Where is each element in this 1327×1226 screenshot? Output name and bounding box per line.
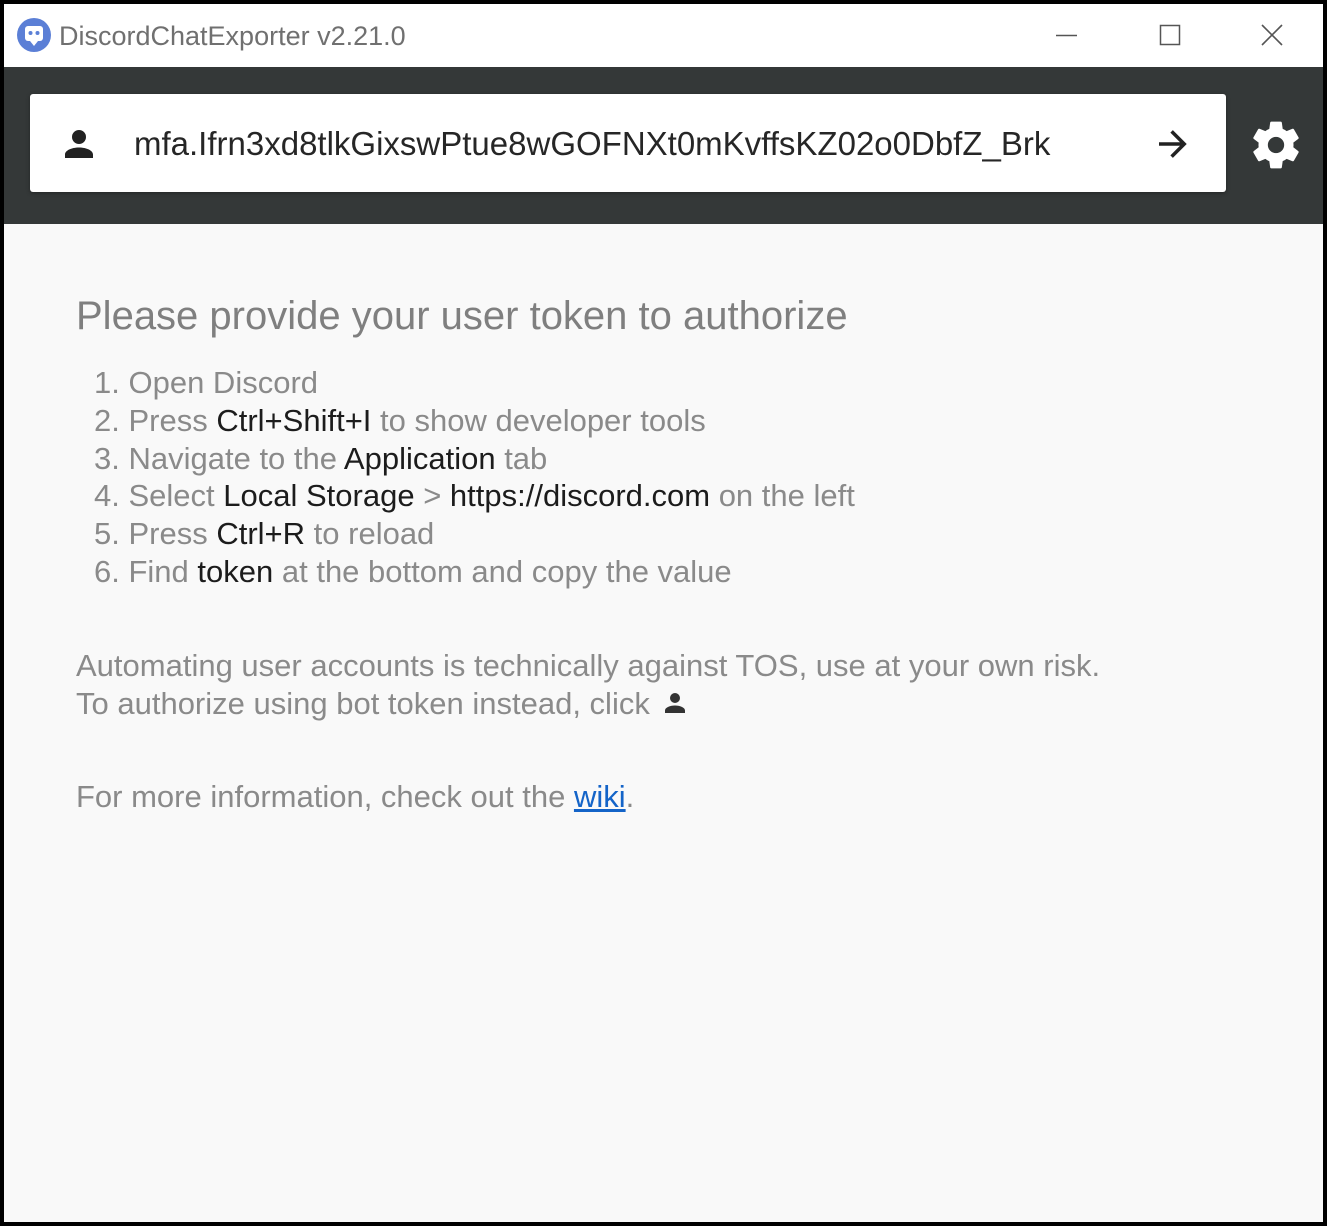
step-text: Press bbox=[128, 516, 217, 552]
step-number: 5. bbox=[94, 516, 120, 552]
step-text: Select bbox=[128, 478, 224, 514]
step-text: at the bottom and copy the value bbox=[273, 553, 732, 589]
step-text: Press bbox=[128, 402, 217, 438]
app-logo-icon bbox=[17, 18, 51, 52]
step-keyword: Ctrl+R bbox=[216, 516, 306, 552]
more-info-suffix: . bbox=[625, 779, 635, 814]
more-info-text: For more information, check out the bbox=[76, 779, 574, 814]
close-button[interactable] bbox=[1221, 4, 1323, 67]
app-window: DiscordChatExporter v2.21.0 mfa.Ifrn3xd8… bbox=[4, 4, 1323, 1222]
wiki-link[interactable]: wiki bbox=[574, 779, 626, 814]
step-text: tab bbox=[495, 440, 548, 476]
step-text: > bbox=[414, 478, 450, 514]
list-item: 2. Press Ctrl+Shift+I to show developer … bbox=[94, 402, 855, 440]
step-number: 4. bbox=[94, 478, 120, 514]
minimize-icon bbox=[1056, 34, 1077, 37]
step-keyword: Ctrl+Shift+I bbox=[216, 402, 372, 438]
account-icon bbox=[664, 693, 685, 713]
bot-token-hint: To authorize using bot token instead, cl… bbox=[76, 685, 690, 723]
step-text: on the left bbox=[710, 478, 855, 514]
step-number: 1. bbox=[94, 365, 120, 400]
step-text: to reload bbox=[305, 516, 435, 552]
step-text: Find bbox=[128, 553, 198, 589]
list-item: 6. Find token at the bottom and copy the… bbox=[94, 553, 855, 591]
step-text: to show developer tools bbox=[371, 402, 706, 438]
page-title: Please provide your user token to author… bbox=[76, 294, 848, 338]
title-bar[interactable]: DiscordChatExporter v2.21.0 bbox=[4, 4, 1323, 67]
step-keyword: https://discord.com bbox=[449, 478, 711, 514]
account-icon[interactable] bbox=[58, 123, 100, 165]
token-field-container[interactable] bbox=[30, 94, 1226, 192]
step-text: Open Discord bbox=[128, 365, 319, 400]
list-item: 1. Open Discord bbox=[94, 364, 855, 402]
list-item: 4. Select Local Storage > https://discor… bbox=[94, 477, 855, 515]
step-number: 6. bbox=[94, 553, 120, 589]
step-keyword: token bbox=[197, 553, 274, 589]
list-item: 3. Navigate to the Application tab bbox=[94, 440, 855, 478]
tos-warning: Automating user accounts is technically … bbox=[76, 648, 1101, 683]
step-keyword: Application bbox=[343, 440, 496, 476]
list-item: 5. Press Ctrl+R to reload bbox=[94, 515, 855, 553]
more-info: For more information, check out the wiki… bbox=[76, 778, 634, 816]
window-title: DiscordChatExporter v2.21.0 bbox=[59, 21, 406, 51]
maximize-button[interactable] bbox=[1115, 4, 1221, 67]
maximize-icon bbox=[1159, 24, 1181, 46]
arrow-right-icon[interactable] bbox=[1152, 123, 1194, 165]
bot-token-hint-text: To authorize using bot token instead, cl… bbox=[76, 686, 650, 721]
step-keyword: Local Storage bbox=[223, 478, 415, 514]
token-input[interactable] bbox=[134, 122, 1126, 166]
close-icon bbox=[1261, 24, 1283, 46]
steps-list: 1. Open Discord 2. Press Ctrl+Shift+I to… bbox=[94, 364, 855, 591]
gear-icon[interactable] bbox=[1248, 117, 1304, 173]
step-number: 2. bbox=[94, 402, 120, 438]
step-number: 3. bbox=[94, 440, 120, 476]
step-text: Navigate to the bbox=[128, 440, 344, 476]
token-toolbar bbox=[4, 67, 1323, 224]
minimize-button[interactable] bbox=[1009, 4, 1115, 67]
